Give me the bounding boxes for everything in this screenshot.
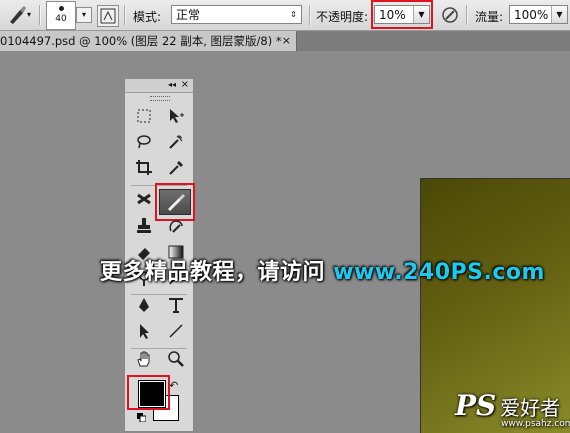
- opacity-input[interactable]: 10% ▼: [374, 5, 430, 24]
- drag-grip-icon[interactable]: [150, 96, 170, 101]
- overlay-url: www.240PS.com: [333, 260, 545, 285]
- document-title: 0104497.psd @ 100% (图层 22 副本, 图层蒙版/8) *: [0, 34, 282, 48]
- tool-divider: [131, 294, 187, 295]
- brush-tool-highlight: [155, 183, 195, 221]
- opacity-value: 10%: [379, 8, 406, 22]
- flow-dropdown-icon[interactable]: ▼: [551, 6, 567, 23]
- pressure-opacity-icon[interactable]: [440, 5, 460, 25]
- brush-tip-icon: [58, 6, 64, 11]
- watermark-chinese: 爱好者: [500, 396, 561, 420]
- line-tool-icon[interactable]: [161, 322, 191, 346]
- document-tab[interactable]: 0104497.psd @ 100% (图层 22 副本, 图层蒙版/8) * …: [0, 31, 297, 51]
- select-arrows-icon: ⇕: [290, 10, 297, 19]
- mode-label: 模式:: [133, 10, 162, 24]
- flow-input[interactable]: 100% ▼: [509, 5, 568, 24]
- crop-tool-icon[interactable]: [129, 159, 159, 183]
- magic-wand-tool-icon[interactable]: [161, 133, 191, 157]
- lasso-tool-icon[interactable]: [129, 133, 159, 157]
- zoom-tool-icon[interactable]: [161, 350, 191, 374]
- history-brush-tool-icon[interactable]: [161, 217, 191, 241]
- brush-tool-icon[interactable]: [6, 4, 28, 26]
- hand-tool-icon[interactable]: [129, 350, 159, 374]
- site-watermark: PS 爱好者 www.psahz.com: [455, 389, 570, 429]
- blend-mode-value: 正常: [176, 8, 201, 22]
- close-icon[interactable]: ×: [181, 79, 189, 90]
- blend-mode-select[interactable]: 正常 ⇕: [171, 5, 302, 24]
- brush-preset-picker[interactable]: 40: [46, 1, 76, 30]
- tutorial-overlay: 更多精品教程，请访问 www.240PS.com: [100, 254, 545, 286]
- flow-label: 流量:: [475, 10, 504, 24]
- watermark-logo: PS: [455, 389, 497, 422]
- tools-panel-header[interactable]: ◂◂ ×: [125, 79, 193, 93]
- brush-size-value: 40: [55, 14, 67, 24]
- marquee-tool-icon[interactable]: [129, 107, 159, 131]
- brush-picker-arrow-icon[interactable]: ▾: [76, 7, 92, 23]
- opacity-label: 不透明度:: [316, 10, 369, 24]
- swap-colors-icon[interactable]: ↶: [169, 379, 178, 392]
- watermark-site: www.psahz.com: [501, 419, 570, 429]
- opacity-dropdown-icon[interactable]: ▼: [413, 6, 429, 23]
- document-tab-bar: 0104497.psd @ 100% (图层 22 副本, 图层蒙版/8) * …: [0, 31, 570, 51]
- type-tool-icon[interactable]: [161, 296, 191, 320]
- eyedropper-tool-icon[interactable]: [161, 159, 191, 183]
- default-colors-icon[interactable]: [137, 411, 147, 423]
- color-swatch-highlight: [127, 375, 170, 410]
- tool-divider: [131, 348, 187, 349]
- tool-preset-dropdown-icon[interactable]: ▾: [27, 10, 31, 19]
- collapse-icon[interactable]: ◂◂: [168, 80, 176, 89]
- close-icon[interactable]: ×: [282, 31, 291, 51]
- clone-stamp-tool-icon[interactable]: [129, 217, 159, 241]
- options-bar: ▾ 40 ▾ 模式: 正常 ⇕ 不透明度: 10% ▼ 流量: 100% ▼: [0, 0, 570, 31]
- path-selection-tool-icon[interactable]: [129, 322, 159, 346]
- overlay-text: 更多精品教程，请访问: [100, 260, 326, 285]
- brush-panel-toggle-icon[interactable]: [97, 5, 119, 27]
- move-tool-icon[interactable]: [161, 107, 191, 131]
- flow-value: 100%: [514, 8, 549, 22]
- pen-tool-icon[interactable]: [129, 296, 159, 320]
